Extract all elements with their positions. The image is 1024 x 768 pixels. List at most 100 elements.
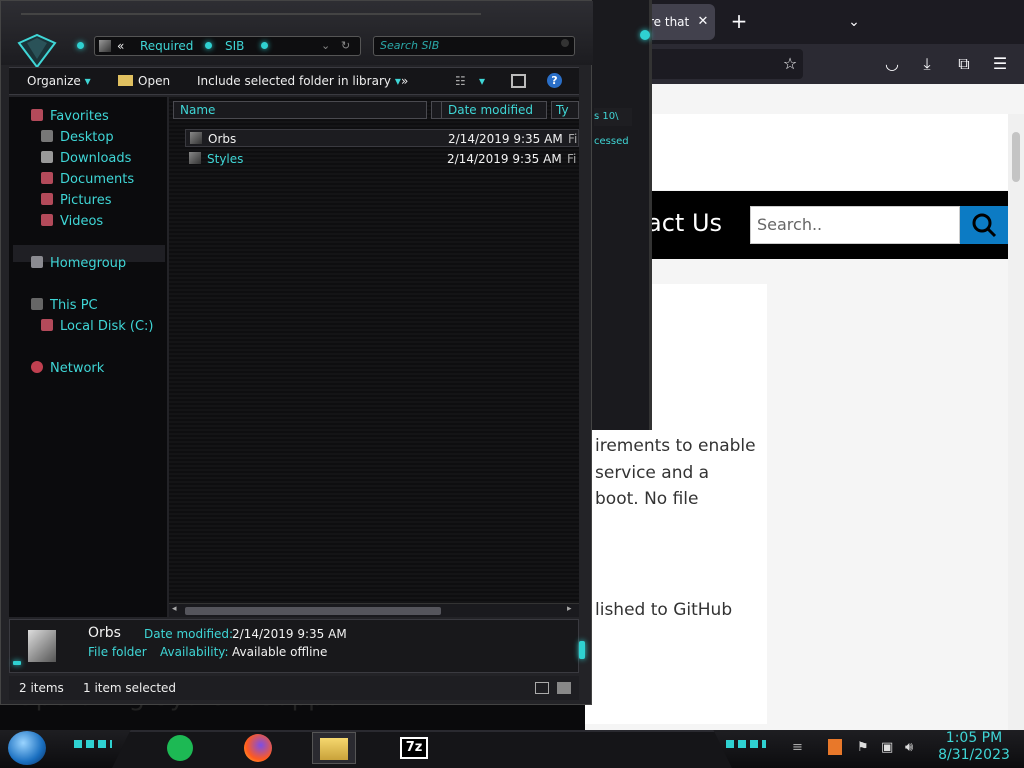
preview-pane-icon[interactable] xyxy=(511,74,526,88)
nav-label: Favorites xyxy=(50,109,109,124)
file-explorer-window: « Required SIB ⌄ ↻ Search SIB Organize ▾… xyxy=(0,0,593,705)
nav-item-pictures[interactable]: Pictures xyxy=(41,192,111,210)
menu-hamburger-icon[interactable]: ☰ xyxy=(988,52,1012,76)
clock-date: 8/31/2023 xyxy=(938,747,1010,763)
volume-icon[interactable]: 🔊︎ xyxy=(905,740,913,755)
column-header-type[interactable]: Ty xyxy=(551,101,579,119)
folder-icon xyxy=(320,738,348,760)
address-bar[interactable]: « Required SIB ⌄ ↻ xyxy=(94,36,361,56)
explorer-title-area: « Required SIB ⌄ ↻ Search SIB xyxy=(1,1,593,69)
refresh-icon[interactable]: ↻ xyxy=(341,37,350,55)
search-icon[interactable] xyxy=(561,39,569,47)
firefox-icon xyxy=(244,734,272,762)
file-row[interactable]: Orbs 2/14/2019 9:35 AM Fi xyxy=(185,129,579,147)
scroll-right-icon[interactable]: ▸ xyxy=(567,604,572,614)
open-button[interactable]: Open xyxy=(118,74,170,88)
7zip-taskbar-button[interactable]: 7z xyxy=(392,732,436,764)
nav-contact-link[interactable]: act Us xyxy=(647,209,722,237)
nav-item-homegroup[interactable]: Homegroup xyxy=(31,255,126,273)
background-text-fragment: cessed xyxy=(594,136,629,147)
horizontal-scrollbar[interactable]: ◂ ▸ xyxy=(169,603,579,617)
action-center-flag-icon[interactable]: ⚑ xyxy=(857,740,869,755)
nav-label: Downloads xyxy=(60,151,132,166)
column-header-row: Name Date modified Ty xyxy=(169,99,579,119)
organize-button[interactable]: Organize ▾ xyxy=(27,74,91,88)
site-navbar: act Us Search.. xyxy=(647,191,1009,259)
background-explorer-window: s 10\ cessed xyxy=(590,0,652,430)
documents-icon xyxy=(41,172,53,184)
article-line: service and a xyxy=(595,463,710,483)
nav-item-network[interactable]: Network xyxy=(31,360,104,378)
address-dropdown-icon[interactable]: ⌄ xyxy=(321,37,330,55)
back-button-indicator-icon[interactable] xyxy=(77,42,84,49)
column-header-name[interactable]: Name xyxy=(173,101,427,119)
network-tray-icon[interactable]: ▣ xyxy=(881,740,893,755)
file-name: Styles xyxy=(207,152,244,166)
nav-item-documents[interactable]: Documents xyxy=(41,171,134,189)
nav-item-downloads[interactable]: Downloads xyxy=(41,150,131,168)
file-row[interactable]: Styles 2/14/2019 9:35 AM Fi xyxy=(185,150,579,168)
desktop-icon xyxy=(41,130,53,142)
site-search-input[interactable]: Search.. xyxy=(750,206,960,244)
scroll-thumb[interactable] xyxy=(185,607,441,615)
homegroup-icon xyxy=(31,256,43,268)
status-bar: 2 items 1 item selected xyxy=(9,676,579,700)
pocket-icon[interactable]: ◡ xyxy=(880,52,904,76)
site-search-button[interactable] xyxy=(960,206,1009,244)
address-back-chevron[interactable]: « xyxy=(117,37,124,55)
nav-item-local-disk[interactable]: Local Disk (C:) xyxy=(41,318,153,336)
large-icons-view-icon[interactable] xyxy=(557,682,571,694)
breadcrumb-required[interactable]: Required xyxy=(140,37,193,55)
scroll-thumb[interactable] xyxy=(1012,132,1020,182)
bookmark-star-icon[interactable]: ☆ xyxy=(778,52,802,76)
details-date-value: 2/14/2019 9:35 AM xyxy=(232,627,347,641)
firefox-taskbar-button[interactable] xyxy=(236,732,280,764)
videos-icon xyxy=(41,214,53,226)
start-orb-button[interactable] xyxy=(8,731,46,765)
explorer-search-input[interactable]: Search SIB xyxy=(373,36,575,56)
file-date: 2/14/2019 9:35 AM xyxy=(448,132,563,146)
breadcrumb-separator-icon xyxy=(205,42,212,49)
downloads-icon[interactable]: ⤓ xyxy=(915,52,939,76)
details-pane: Orbs File folder Date modified: 2/14/201… xyxy=(9,619,579,673)
nav-label: This PC xyxy=(50,298,98,313)
taskbar-clock[interactable]: 1:05 PM 8/31/2023 xyxy=(932,730,1016,764)
breadcrumb-separator-icon xyxy=(261,42,268,49)
details-view-icon[interactable] xyxy=(535,682,549,694)
window-accent-icon xyxy=(640,30,650,40)
breadcrumb-sib[interactable]: SIB xyxy=(225,37,244,55)
new-tab-icon[interactable]: + xyxy=(727,9,751,33)
more-commands-button[interactable]: » xyxy=(401,74,408,88)
nav-item-this-pc[interactable]: This PC xyxy=(31,297,98,315)
scroll-left-icon[interactable]: ◂ xyxy=(172,604,177,614)
folder-icon xyxy=(189,152,201,164)
details-kind: File folder xyxy=(88,645,147,659)
page-scrollbar[interactable] xyxy=(1008,114,1024,730)
file-type: Fi xyxy=(568,132,578,146)
include-library-button[interactable]: Include selected folder in library ▾ xyxy=(197,74,401,88)
article-line: irements to enable xyxy=(595,436,756,456)
explorer-taskbar-button[interactable] xyxy=(312,732,356,764)
command-bar: Organize ▾ Open Include selected folder … xyxy=(9,67,579,95)
tab-close-icon[interactable]: ✕ xyxy=(691,10,715,34)
browser-tab-title: re that xyxy=(649,15,690,29)
spotify-taskbar-button[interactable] xyxy=(158,732,202,764)
nav-item-desktop[interactable]: Desktop xyxy=(41,129,114,147)
title-frame xyxy=(21,1,481,15)
view-dropdown-icon[interactable]: ▾ xyxy=(479,74,485,88)
extensions-icon[interactable]: ⧉ xyxy=(952,52,976,76)
drive-icon xyxy=(41,319,53,331)
clock-time: 1:05 PM xyxy=(945,730,1003,746)
pictures-icon xyxy=(41,193,53,205)
nav-label: Documents xyxy=(60,172,135,187)
search-icon xyxy=(972,213,997,238)
nav-item-favorites[interactable]: Favorites xyxy=(31,108,109,126)
java-update-icon[interactable] xyxy=(828,739,842,755)
tab-list-chevron-icon[interactable]: ⌄ xyxy=(842,10,866,34)
show-hidden-icons-icon[interactable]: ≡ xyxy=(792,740,803,755)
nav-item-videos[interactable]: Videos xyxy=(41,213,103,231)
column-header-date[interactable]: Date modified xyxy=(441,101,547,119)
view-options-icon[interactable]: ☷ xyxy=(455,74,466,88)
frame-accent-icon xyxy=(13,661,21,665)
help-icon[interactable]: ? xyxy=(547,73,562,88)
